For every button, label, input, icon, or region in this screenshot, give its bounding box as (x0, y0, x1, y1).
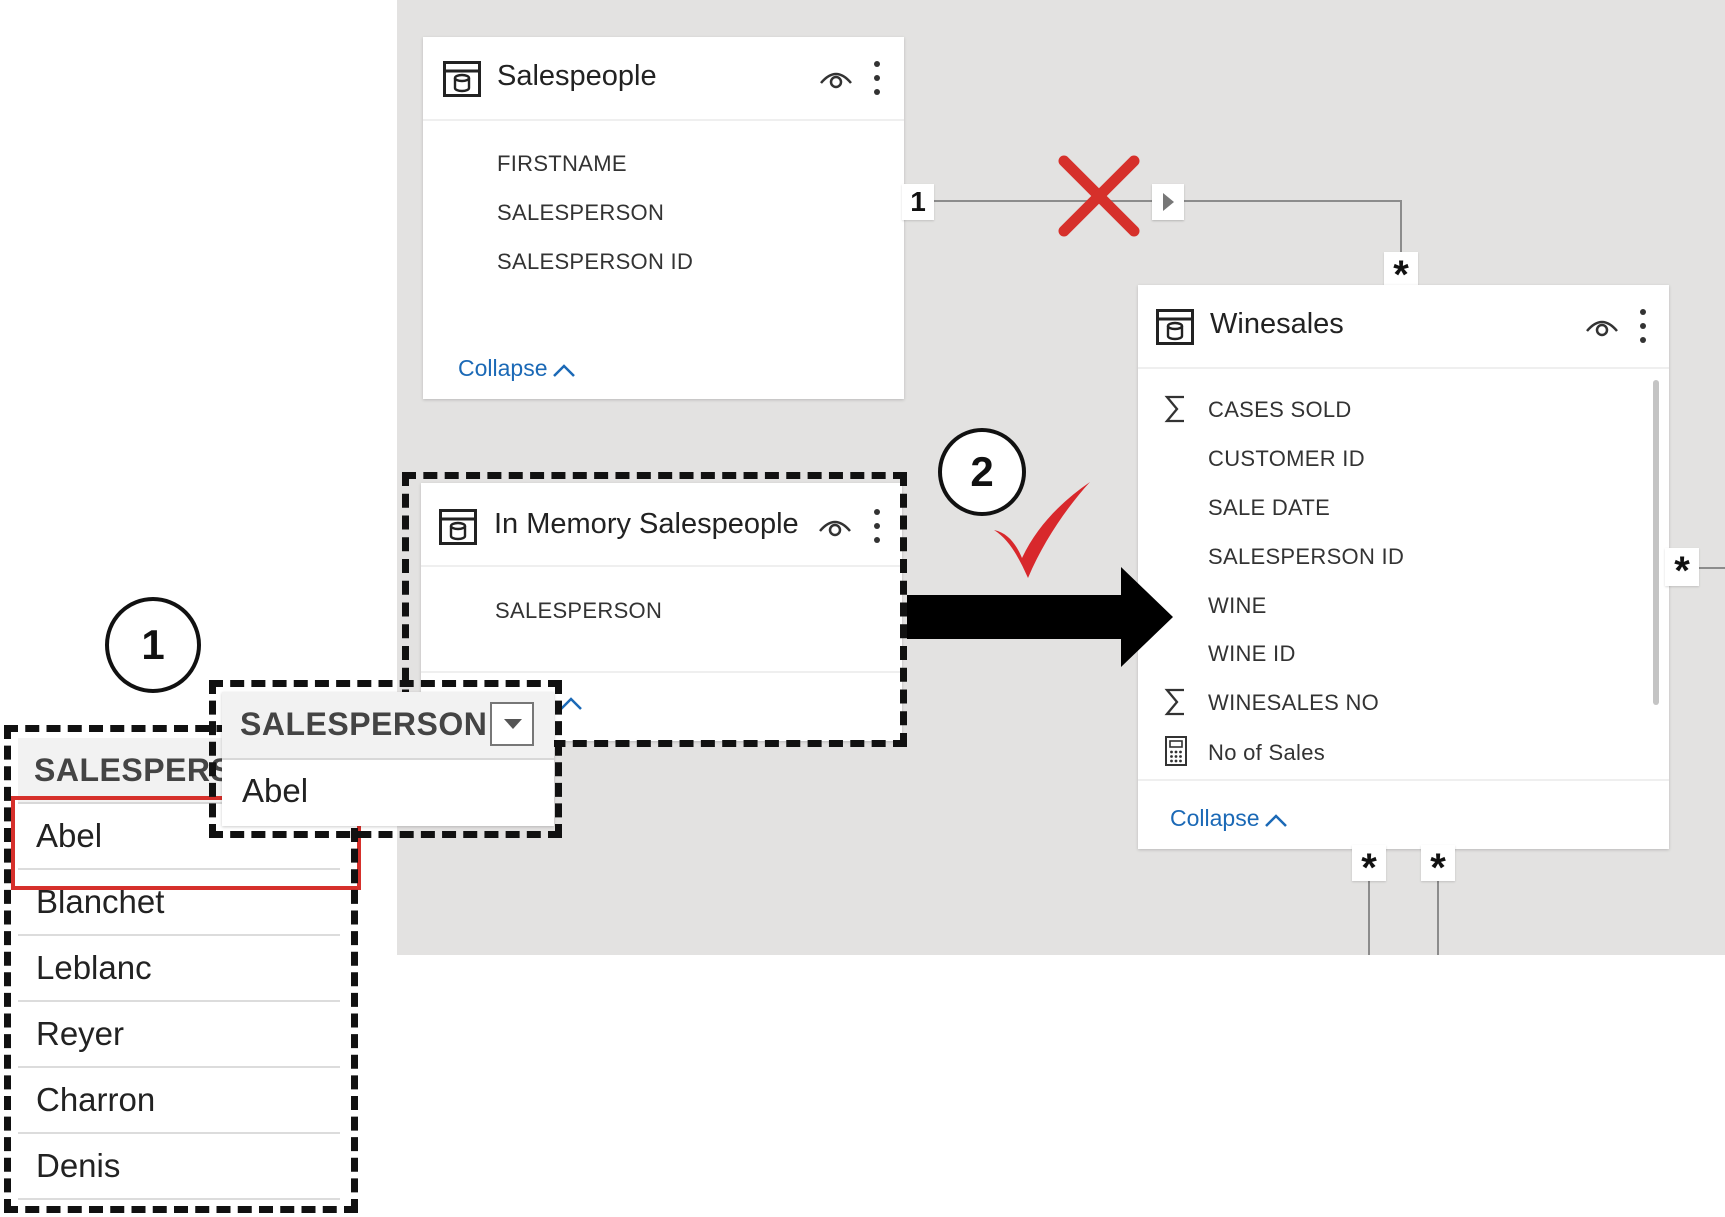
collapse-label: Collapse (1170, 805, 1260, 831)
cardinality-many-label-bottom-1: * (1352, 845, 1386, 890)
chevron-up-icon (552, 364, 575, 377)
field-salesperson-id[interactable]: SALESPERSON ID (1208, 544, 1404, 570)
field-list-divider (1138, 779, 1669, 781)
slicer-callout-box (209, 680, 562, 838)
relationship-line-vertical (1400, 200, 1402, 260)
cardinality-one-label: 1 (902, 184, 934, 220)
table-title: Salespeople (497, 60, 657, 92)
red-x-icon (1058, 155, 1140, 237)
field-cases-sold[interactable]: CASES SOLD (1208, 397, 1352, 423)
salespeople-table-card[interactable]: Salespeople FIRSTNAME SALESPERSON SALESP… (423, 37, 904, 399)
field-salesperson[interactable]: SALESPERSON (497, 200, 664, 226)
winesales-table-card[interactable]: Winesales CASES SOLD CUSTOMER ID SALE DA… (1138, 285, 1669, 849)
field-list-scrollbar[interactable] (1653, 380, 1659, 705)
table-icon (443, 61, 481, 97)
field-salesperson-id[interactable]: SALESPERSON ID (497, 249, 693, 275)
table-icon (1156, 309, 1194, 345)
field-sale-date[interactable]: SALE DATE (1208, 495, 1330, 521)
field-no-of-sales[interactable]: No of Sales (1208, 740, 1325, 766)
step-1-callout: 1 (105, 597, 201, 693)
more-options-icon[interactable] (872, 59, 882, 97)
arrow-right-icon (907, 567, 1173, 667)
salespeople-table-header: Salespeople (423, 37, 904, 121)
field-wine-id[interactable]: WINE ID (1208, 641, 1296, 667)
collapse-label: Collapse (458, 355, 548, 381)
triangle-right-icon (1163, 193, 1174, 211)
winesales-table-header: Winesales (1138, 285, 1669, 369)
field-customer-id[interactable]: CUSTOMER ID (1208, 446, 1365, 472)
calculator-icon (1165, 736, 1187, 766)
field-firstname[interactable]: FIRSTNAME (497, 151, 627, 177)
cardinality-many-label-bottom-2: * (1421, 845, 1455, 890)
field-wine[interactable]: WINE (1208, 593, 1267, 619)
sigma-icon (1164, 688, 1184, 716)
eye-icon[interactable] (819, 67, 853, 91)
step-2-callout: 2 (938, 428, 1026, 516)
chevron-up-icon (1264, 814, 1287, 827)
eye-icon[interactable] (1585, 315, 1619, 339)
relationship-line-right (1695, 567, 1725, 569)
cardinality-many-label-right: * (1665, 548, 1699, 593)
table-title: Winesales (1210, 308, 1344, 340)
collapse-link[interactable]: Collapse (458, 355, 576, 382)
more-options-icon[interactable] (1638, 307, 1648, 345)
field-winesales-no[interactable]: WINESALES NO (1208, 690, 1379, 716)
filter-direction-marker[interactable] (1152, 184, 1184, 220)
sigma-icon (1164, 395, 1184, 423)
collapse-link[interactable]: Collapse (1170, 805, 1288, 832)
